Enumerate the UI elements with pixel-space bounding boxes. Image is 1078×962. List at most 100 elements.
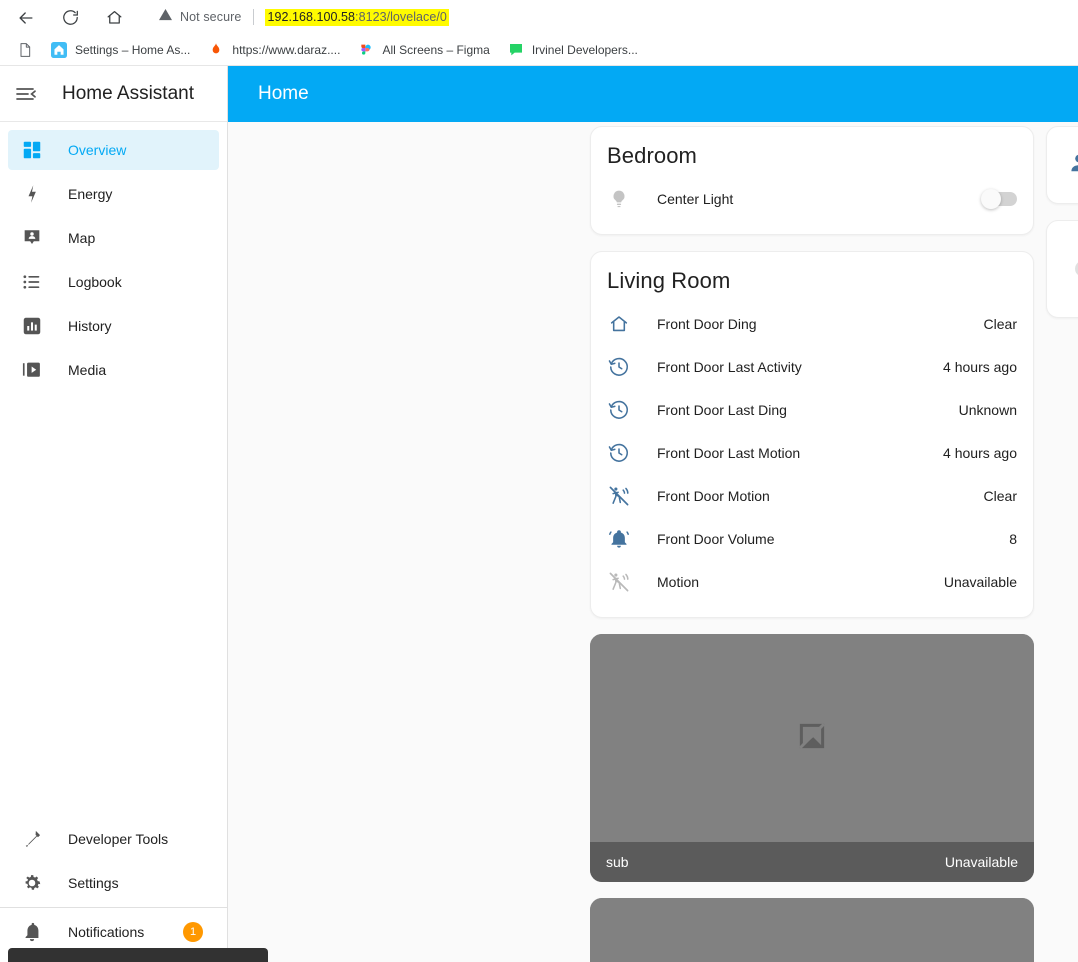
daraz-icon: [208, 42, 224, 58]
not-secure-warning-icon: [158, 7, 173, 27]
cog-icon: [20, 871, 44, 895]
card-body: Front Door Ding Clear Front Door Last Ac…: [591, 302, 1033, 617]
sidebar-item-label: Developer Tools: [68, 831, 169, 847]
sidebar-item-notifications[interactable]: Notifications 1: [8, 912, 219, 952]
sidebar-item-logbook[interactable]: Logbook: [8, 262, 219, 302]
home-button[interactable]: [97, 1, 131, 35]
lightning-bolt-icon: [20, 182, 44, 206]
url-host: 192.168.100.58: [267, 9, 356, 24]
reload-button[interactable]: [53, 1, 87, 35]
entity-row-center-light[interactable]: Center Light: [607, 177, 1017, 220]
history-icon: [607, 398, 631, 422]
entity-row-front-door-volume[interactable]: Front Door Volume 8: [607, 517, 1017, 560]
camera-name: sub: [606, 854, 629, 870]
sidebar: Home Assistant Overview Energy Map Logbo…: [0, 66, 228, 962]
bookmark-settings-home-assistant[interactable]: Settings – Home As...: [44, 38, 197, 62]
sidebar-item-label: Overview: [68, 142, 127, 158]
entity-row-front-door-last-ding[interactable]: Front Door Last Ding Unknown: [607, 388, 1017, 431]
entity-state: Unknown: [958, 401, 1017, 418]
card-column-main: Bedroom Center Light Living Room Front D…: [590, 126, 1034, 962]
entity-name: Front Door Volume: [657, 530, 775, 547]
card-camera-second[interactable]: [590, 898, 1034, 962]
sidebar-item-map[interactable]: Map: [8, 218, 219, 258]
entity-state: Clear: [983, 315, 1017, 332]
hammer-icon: [20, 827, 44, 851]
entity-row-front-door-motion[interactable]: Front Door Motion Clear: [607, 474, 1017, 517]
bookmark-irvinel-developers[interactable]: Irvinel Developers...: [501, 38, 645, 62]
entity-state: Clear: [983, 487, 1017, 504]
sidebar-item-label: Logbook: [68, 274, 122, 290]
bookmark-figma[interactable]: All Screens – Figma: [351, 38, 496, 62]
entity-state: 8: [1009, 530, 1017, 547]
omnibox-divider: [253, 9, 255, 25]
card-title: Living Room: [607, 268, 731, 293]
sidebar-item-label: History: [68, 318, 112, 334]
entity-name: Front Door Last Motion: [657, 444, 801, 461]
card-body: Center Light: [591, 177, 1033, 234]
notification-badge: 1: [183, 922, 203, 942]
bell-ring-icon: [607, 527, 631, 551]
toast-notification: [8, 948, 268, 962]
card-person[interactable]: [1046, 126, 1078, 204]
entity-row-front-door-last-activity[interactable]: Front Door Last Activity 4 hours ago: [607, 345, 1017, 388]
menu-collapse-icon[interactable]: [6, 74, 46, 114]
sidebar-item-label: Notifications: [68, 924, 145, 940]
sidebar-nav: Overview Energy Map Logbook History Medi…: [0, 122, 227, 390]
motion-sensor-off-icon: [607, 570, 631, 594]
card-weather[interactable]: [1046, 220, 1078, 318]
entity-row-front-door-ding[interactable]: Front Door Ding Clear: [607, 302, 1017, 345]
sidebar-item-media[interactable]: Media: [8, 350, 219, 390]
sidebar-divider: [0, 907, 227, 908]
sidebar-item-developer-tools[interactable]: Developer Tools: [8, 819, 219, 859]
sidebar-item-label: Media: [68, 362, 107, 378]
bookmark-label: All Screens – Figma: [382, 43, 490, 57]
app-header: Home: [228, 66, 1078, 122]
bookmarks-bar: Settings – Home As... https://www.daraz.…: [0, 35, 1078, 65]
bookmark-document[interactable]: [10, 38, 40, 62]
back-arrow-icon: [16, 8, 36, 28]
bookmark-label: Irvinel Developers...: [531, 43, 638, 57]
bookmark-label: Settings – Home As...: [75, 43, 191, 57]
camera-state: Unavailable: [944, 854, 1018, 870]
page-title: Home: [258, 83, 309, 104]
entity-row-front-door-last-motion[interactable]: Front Door Last Motion 4 hours ago: [607, 431, 1017, 474]
reload-icon: [61, 8, 80, 27]
sidebar-item-label: Energy: [68, 186, 113, 202]
whatsapp-icon: [508, 42, 524, 58]
weather-cloudy-icon: [1067, 245, 1078, 294]
card-living-room: Living Room Front Door Ding Clear Front …: [590, 251, 1034, 618]
back-button[interactable]: [9, 1, 43, 35]
entity-state: 4 hours ago: [943, 358, 1017, 375]
entity-name: Center Light: [657, 190, 734, 207]
camera-footer: sub Unavailable: [590, 842, 1034, 882]
sidebar-item-history[interactable]: History: [8, 306, 219, 346]
app-title: Home Assistant: [62, 82, 194, 104]
camera-image: [590, 898, 1034, 962]
entity-name: Front Door Last Ding: [657, 401, 787, 418]
sidebar-item-overview[interactable]: Overview: [8, 130, 219, 170]
bookmark-daraz[interactable]: https://www.daraz....: [201, 38, 347, 62]
entity-row-motion[interactable]: Motion Unavailable: [607, 560, 1017, 603]
sidebar-item-energy[interactable]: Energy: [8, 174, 219, 214]
card-camera-sub[interactable]: sub Unavailable: [590, 634, 1034, 882]
toggle-center-light[interactable]: [981, 188, 1017, 209]
format-list-bulleted-icon: [20, 270, 44, 294]
url-text[interactable]: 192.168.100.58:8123/lovelace/0: [265, 8, 449, 26]
play-box-multiple-icon: [20, 358, 44, 382]
security-label: Not secure: [180, 10, 242, 24]
map-marker-account-icon: [20, 226, 44, 250]
motion-sensor-off-icon: [607, 484, 631, 508]
home-outline-icon: [607, 312, 631, 336]
main-content: Home Bedroom Center Light Living Room Fr…: [228, 66, 1078, 962]
card-bedroom: Bedroom Center Light: [590, 126, 1034, 235]
bookmark-label: https://www.daraz....: [232, 43, 341, 57]
home-assistant-icon: [51, 42, 67, 58]
camera-image: [590, 634, 1034, 842]
security-status[interactable]: Not secure: [158, 7, 241, 27]
account-icon: [1067, 151, 1078, 180]
bell-icon: [20, 920, 44, 944]
browser-chrome: Not secure 192.168.100.58:8123/lovelace/…: [0, 0, 1078, 66]
address-bar[interactable]: Not secure 192.168.100.58:8123/lovelace/…: [148, 3, 1060, 31]
sidebar-item-settings[interactable]: Settings: [8, 863, 219, 903]
entity-name: Front Door Ding: [657, 315, 757, 332]
